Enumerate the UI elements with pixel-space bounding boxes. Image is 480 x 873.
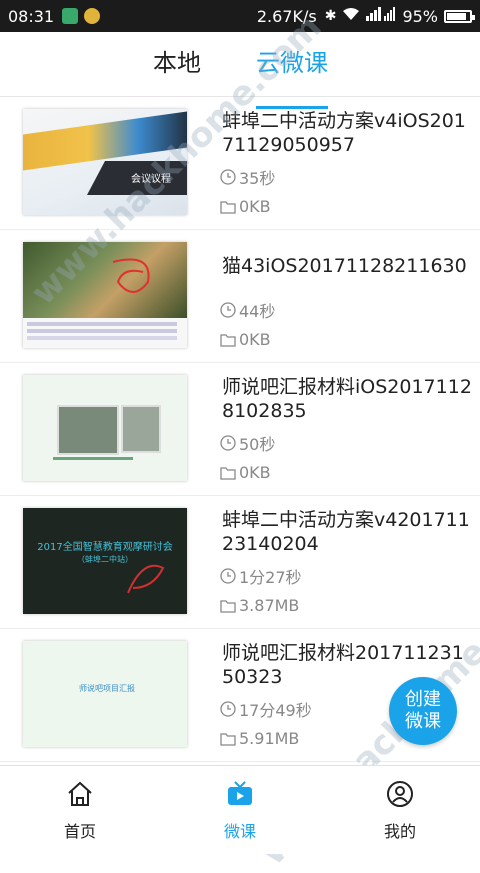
folder-icon [220,732,236,746]
size-text: 0KB [239,463,271,482]
course-title: 猫43iOS20171128211630 [222,255,467,277]
thumbnail-text: 会议议程 [131,174,171,185]
wifi-icon [342,7,360,25]
nav-label: 首页 [63,822,96,841]
tab-cloud-course[interactable]: 云微课 [256,48,328,78]
fab-label-line2: 微课 [405,711,441,732]
file-size: 0KB [220,197,271,216]
duration-text: 17分49秒 [239,701,312,720]
battery-percent: 95% [402,6,438,26]
duration: 1分27秒 [220,564,302,588]
course-thumbnail: 会议议程 [23,109,187,215]
battery-icon [444,9,475,23]
clock-icon [220,435,236,451]
tv-icon [228,781,252,805]
thumbnail-text: 师说吧项目汇报 [79,684,135,693]
list-item[interactable]: 会议议程 蚌埠二中活动方案v4iOS20171129050957 35秒 0KB [0,97,480,230]
folder-icon [220,333,236,347]
course-thumbnail [23,242,187,348]
clock-icon [220,302,236,318]
course-thumbnail: 2017全国智慧教育观摩研讨会 （蚌埠二中站） [23,508,187,614]
list-item[interactable]: 2017全国智慧教育观摩研讨会 （蚌埠二中站） 蚌埠二中活动方案v4201711… [0,496,480,629]
create-course-button[interactable]: 创建 微课 [389,677,457,745]
home-icon [68,781,92,806]
course-title: 蚌埠二中活动方案v4iOS20171129050957 [222,110,466,156]
folder-icon [220,200,236,214]
file-size: 3.87MB [220,596,299,615]
status-time: 08:31 [8,6,55,26]
nav-item-home[interactable]: 首页 [40,780,120,842]
course-title: 蚌埠二中活动方案v420171123140204 [222,509,470,555]
top-tabs: 本地 云微课 [0,32,480,109]
duration-text: 50秒 [239,435,276,454]
size-text: 5.91MB [239,729,300,748]
tab-local[interactable]: 本地 [153,48,201,78]
nav-label: 我的 [383,822,416,841]
file-size: 0KB [220,463,271,482]
app-notification-icon-2 [84,8,101,24]
duration-text: 1分27秒 [239,568,302,587]
app-notification-icon [62,8,79,24]
duration-text: 35秒 [239,169,276,188]
file-size: 5.91MB [220,729,299,748]
fab-label-line1: 创建 [405,689,441,710]
course-thumbnail [23,375,187,481]
clock-icon [220,169,236,185]
nav-label: 微课 [223,822,256,841]
clock-icon [220,701,236,717]
list-item[interactable]: 师说吧汇报材料iOS20171128102835 50秒 0KB [0,363,480,496]
bottom-nav: 首页 微课 我的 [0,765,480,854]
clock-icon [220,568,236,584]
duration: 44秒 [220,298,275,322]
file-size: 0KB [220,330,271,349]
status-bar: 08:31 2.67K/s ✱ 95% [0,0,480,32]
course-title: 师说吧汇报材料iOS20171128102835 [222,376,472,422]
folder-icon [220,599,236,613]
thumbnail-text: 2017全国智慧教育观摩研讨会 [37,542,173,553]
duration: 35秒 [220,165,275,189]
duration: 50秒 [220,431,275,455]
folder-icon [220,466,236,480]
nav-item-course[interactable]: 微课 [200,780,280,842]
course-thumbnail: 师说吧项目汇报 [23,641,187,747]
bluetooth-icon: ✱ [324,8,337,24]
duration: 17分49秒 [220,697,312,721]
duration-text: 44秒 [239,302,276,321]
size-text: 0KB [239,330,271,349]
list-item[interactable]: 猫43iOS20171128211630 44秒 0KB [0,230,480,363]
nav-item-mine[interactable]: 我的 [360,780,440,842]
size-text: 3.87MB [239,596,300,615]
network-speed: 2.67K/s [256,6,317,26]
signal-icon [366,7,396,25]
size-text: 0KB [239,197,271,216]
person-icon [387,781,413,807]
